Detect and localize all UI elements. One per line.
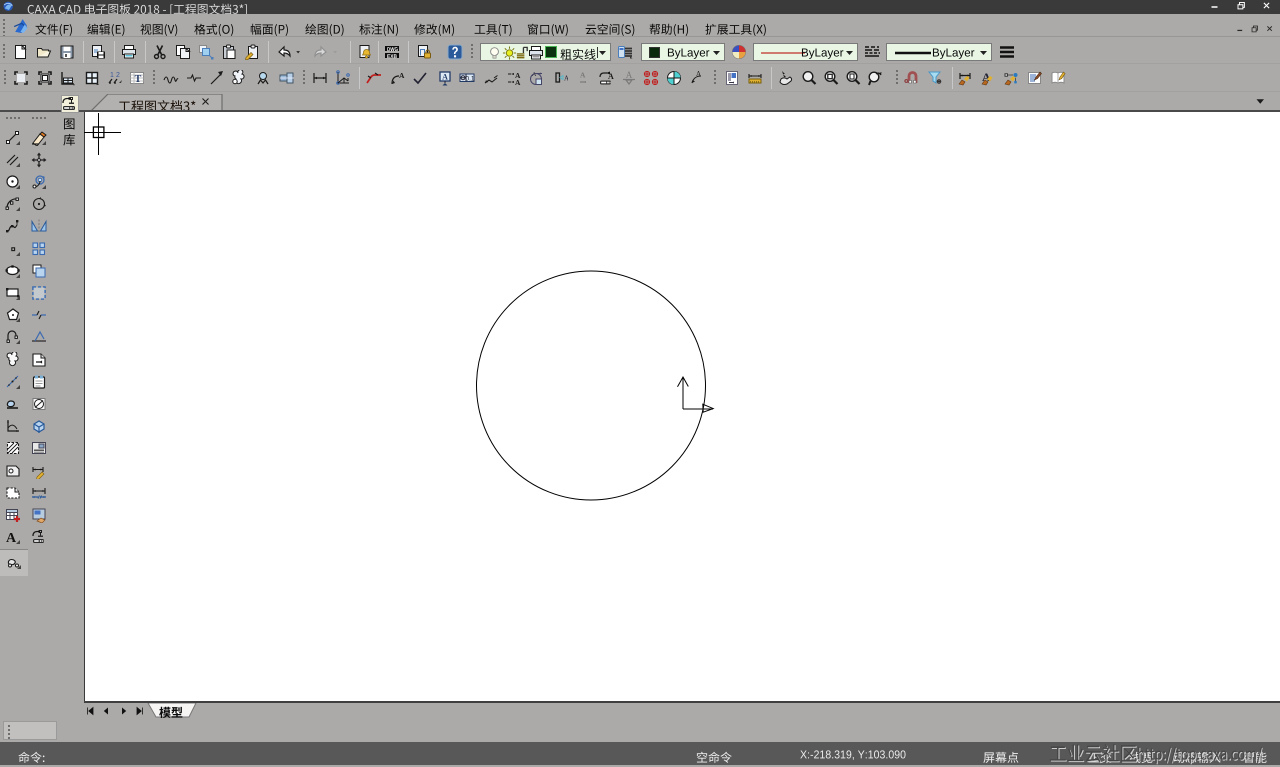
svg-text:A: A	[580, 71, 586, 80]
svg-text:0.1: 0.1	[465, 75, 474, 82]
svg-text:1: 1	[110, 72, 114, 79]
svg-text:A: A	[564, 75, 568, 83]
svg-text:A: A	[442, 73, 448, 82]
svg-text:A: A	[515, 78, 521, 86]
svg-text:A: A	[399, 71, 405, 80]
svg-text:A: A	[608, 72, 614, 81]
svg-text:2: 2	[116, 72, 120, 79]
svg-text:T: T	[135, 74, 142, 85]
svg-text:A: A	[6, 531, 17, 545]
svg-text:A: A	[626, 70, 633, 80]
svg-text:A: A	[532, 72, 537, 78]
svg-text:A: A	[696, 70, 701, 78]
